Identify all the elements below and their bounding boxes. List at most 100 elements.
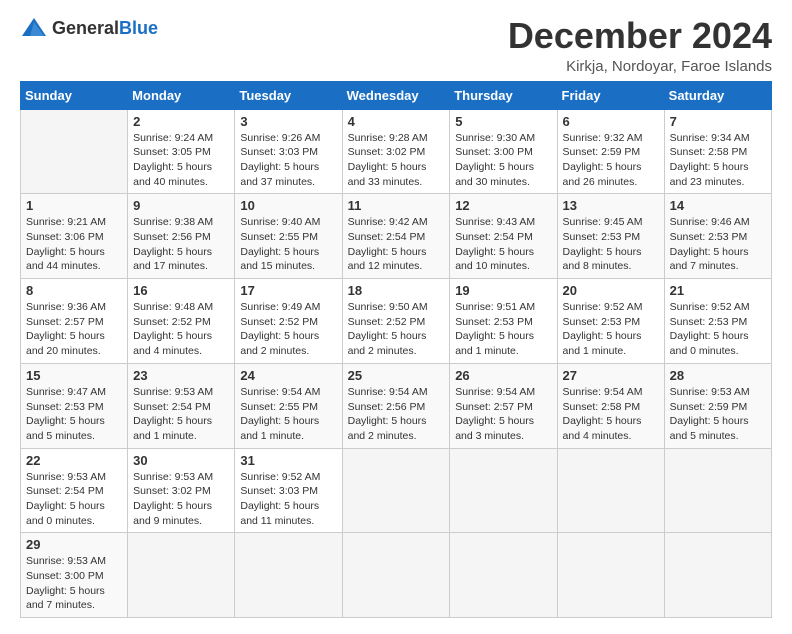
day-number: 27 <box>563 368 659 383</box>
calendar-cell <box>557 533 664 618</box>
calendar-cell: 17Sunrise: 9:49 AMSunset: 2:52 PMDayligh… <box>235 279 342 364</box>
calendar-week-row: 22 Sunrise: 9:53 AMSunset: 2:54 PMDayligh… <box>21 448 772 533</box>
calendar-cell: 6Sunrise: 9:32 AMSunset: 2:59 PMDaylight… <box>557 109 664 194</box>
day-info: Sunrise: 9:47 AMSunset: 2:53 PMDaylight:… <box>26 385 122 444</box>
logo-blue: Blue <box>119 18 158 38</box>
calendar-cell: 20Sunrise: 9:52 AMSunset: 2:53 PMDayligh… <box>557 279 664 364</box>
day-number: 31 <box>240 453 336 468</box>
calendar-week-row: 15Sunrise: 9:47 AMSunset: 2:53 PMDayligh… <box>21 363 772 448</box>
calendar-cell: 18Sunrise: 9:50 AMSunset: 2:52 PMDayligh… <box>342 279 450 364</box>
calendar-cell: 2Sunrise: 9:24 AMSunset: 3:05 PMDaylight… <box>128 109 235 194</box>
calendar-cell <box>664 448 771 533</box>
day-info: Sunrise: 9:34 AMSunset: 2:58 PMDaylight:… <box>670 131 766 190</box>
calendar-cell: 8 Sunrise: 9:36 AMSunset: 2:57 PMDaylight… <box>21 279 128 364</box>
header-friday: Friday <box>557 81 664 109</box>
calendar-cell: 29Sunrise: 9:53 AMSunset: 3:00 PMDayligh… <box>21 533 128 618</box>
day-number: 17 <box>240 283 336 298</box>
calendar-cell: 14Sunrise: 9:46 AMSunset: 2:53 PMDayligh… <box>664 194 771 279</box>
main-title: December 2024 <box>508 16 772 56</box>
day-info: Sunrise: 9:43 AMSunset: 2:54 PMDaylight:… <box>455 215 551 274</box>
header-wednesday: Wednesday <box>342 81 450 109</box>
calendar-cell: 11 Sunrise: 9:42 AMSunset: 2:54 PMDayligh… <box>342 194 450 279</box>
day-number: 25 <box>348 368 445 383</box>
calendar-cell: 13 Sunrise: 9:45 AMSunset: 2:53 PMDayligh… <box>557 194 664 279</box>
calendar-cell: 31 Sunrise: 9:52 AMSunset: 3:03 PMDayligh… <box>235 448 342 533</box>
calendar-cell <box>342 533 450 618</box>
calendar-cell: 28 Sunrise: 9:53 AMSunset: 2:59 PMDayligh… <box>664 363 771 448</box>
day-number: 19 <box>455 283 551 298</box>
day-info: Sunrise: 9:53 AMSunset: 3:02 PMDaylight:… <box>133 470 229 529</box>
day-number: 28 <box>670 368 766 383</box>
day-number: 5 <box>455 114 551 129</box>
calendar-cell: 21Sunrise: 9:52 AMSunset: 2:53 PMDayligh… <box>664 279 771 364</box>
day-info: Sunrise: 9:53 AMSunset: 2:54 PMDaylight:… <box>26 470 122 529</box>
day-number: 16 <box>133 283 229 298</box>
day-number: 14 <box>670 198 766 213</box>
day-info: Sunrise: 9:54 AMSunset: 2:57 PMDaylight:… <box>455 385 551 444</box>
day-info: Sunrise: 9:52 AMSunset: 3:03 PMDaylight:… <box>240 470 336 529</box>
calendar-cell <box>450 533 557 618</box>
day-info: Sunrise: 9:54 AMSunset: 2:58 PMDaylight:… <box>563 385 659 444</box>
day-number: 3 <box>240 114 336 129</box>
day-number: 4 <box>348 114 445 129</box>
calendar-cell: 3 Sunrise: 9:26 AMSunset: 3:03 PMDaylight… <box>235 109 342 194</box>
page-container: GeneralBlue December 2024 Kirkja, Nordoy… <box>20 16 772 618</box>
day-number: 22 <box>26 453 122 468</box>
calendar-cell <box>557 448 664 533</box>
day-info: Sunrise: 9:53 AMSunset: 2:59 PMDaylight:… <box>670 385 766 444</box>
title-section: December 2024 Kirkja, Nordoyar, Faroe Is… <box>508 16 772 75</box>
calendar-cell <box>450 448 557 533</box>
header-sunday: Sunday <box>21 81 128 109</box>
day-info: Sunrise: 9:48 AMSunset: 2:52 PMDaylight:… <box>133 300 229 359</box>
calendar-header: Sunday Monday Tuesday Wednesday Thursday… <box>21 81 772 109</box>
calendar-cell: 30Sunrise: 9:53 AMSunset: 3:02 PMDayligh… <box>128 448 235 533</box>
day-info: Sunrise: 9:54 AMSunset: 2:55 PMDaylight:… <box>240 385 336 444</box>
day-info: Sunrise: 9:53 AMSunset: 2:54 PMDaylight:… <box>133 385 229 444</box>
calendar-cell <box>342 448 450 533</box>
day-info: Sunrise: 9:53 AMSunset: 3:00 PMDaylight:… <box>26 554 122 613</box>
header-tuesday: Tuesday <box>235 81 342 109</box>
day-number: 13 <box>563 198 659 213</box>
day-info: Sunrise: 9:52 AMSunset: 2:53 PMDaylight:… <box>563 300 659 359</box>
day-info: Sunrise: 9:36 AMSunset: 2:57 PMDaylight:… <box>26 300 122 359</box>
calendar-cell: 9Sunrise: 9:38 AMSunset: 2:56 PMDaylight… <box>128 194 235 279</box>
day-info: Sunrise: 9:54 AMSunset: 2:56 PMDaylight:… <box>348 385 445 444</box>
day-number: 1 <box>26 198 122 213</box>
calendar-cell: 24Sunrise: 9:54 AMSunset: 2:55 PMDayligh… <box>235 363 342 448</box>
calendar-cell: 16 Sunrise: 9:48 AMSunset: 2:52 PMDayligh… <box>128 279 235 364</box>
day-info: Sunrise: 9:26 AMSunset: 3:03 PMDaylight:… <box>240 131 336 190</box>
calendar-week-row: 2Sunrise: 9:24 AMSunset: 3:05 PMDaylight… <box>21 109 772 194</box>
day-info: Sunrise: 9:32 AMSunset: 2:59 PMDaylight:… <box>563 131 659 190</box>
calendar-cell: 5Sunrise: 9:30 AMSunset: 3:00 PMDaylight… <box>450 109 557 194</box>
calendar-cell: 4 Sunrise: 9:28 AMSunset: 3:02 PMDaylight… <box>342 109 450 194</box>
calendar-table: Sunday Monday Tuesday Wednesday Thursday… <box>20 81 772 619</box>
logo-text: GeneralBlue <box>52 18 158 39</box>
calendar-cell: 23Sunrise: 9:53 AMSunset: 2:54 PMDayligh… <box>128 363 235 448</box>
calendar-cell <box>128 533 235 618</box>
day-number: 8 <box>26 283 122 298</box>
day-info: Sunrise: 9:45 AMSunset: 2:53 PMDaylight:… <box>563 215 659 274</box>
header: GeneralBlue December 2024 Kirkja, Nordoy… <box>20 16 772 75</box>
calendar-cell <box>235 533 342 618</box>
calendar-cell: 7 Sunrise: 9:34 AMSunset: 2:58 PMDaylight… <box>664 109 771 194</box>
day-info: Sunrise: 9:24 AMSunset: 3:05 PMDaylight:… <box>133 131 229 190</box>
calendar-cell: 10Sunrise: 9:40 AMSunset: 2:55 PMDayligh… <box>235 194 342 279</box>
header-saturday: Saturday <box>664 81 771 109</box>
weekday-header-row: Sunday Monday Tuesday Wednesday Thursday… <box>21 81 772 109</box>
day-number: 10 <box>240 198 336 213</box>
header-thursday: Thursday <box>450 81 557 109</box>
calendar-cell: 22 Sunrise: 9:53 AMSunset: 2:54 PMDayligh… <box>21 448 128 533</box>
day-info: Sunrise: 9:42 AMSunset: 2:54 PMDaylight:… <box>348 215 445 274</box>
day-number: 26 <box>455 368 551 383</box>
logo: GeneralBlue <box>20 16 158 40</box>
calendar-cell: 25 Sunrise: 9:54 AMSunset: 2:56 PMDayligh… <box>342 363 450 448</box>
day-info: Sunrise: 9:28 AMSunset: 3:02 PMDaylight:… <box>348 131 445 190</box>
day-info: Sunrise: 9:52 AMSunset: 2:53 PMDaylight:… <box>670 300 766 359</box>
calendar-week-row: 29Sunrise: 9:53 AMSunset: 3:00 PMDayligh… <box>21 533 772 618</box>
subtitle: Kirkja, Nordoyar, Faroe Islands <box>508 58 772 75</box>
day-info: Sunrise: 9:51 AMSunset: 2:53 PMDaylight:… <box>455 300 551 359</box>
header-monday: Monday <box>128 81 235 109</box>
day-number: 7 <box>670 114 766 129</box>
day-info: Sunrise: 9:38 AMSunset: 2:56 PMDaylight:… <box>133 215 229 274</box>
day-number: 11 <box>348 198 445 213</box>
